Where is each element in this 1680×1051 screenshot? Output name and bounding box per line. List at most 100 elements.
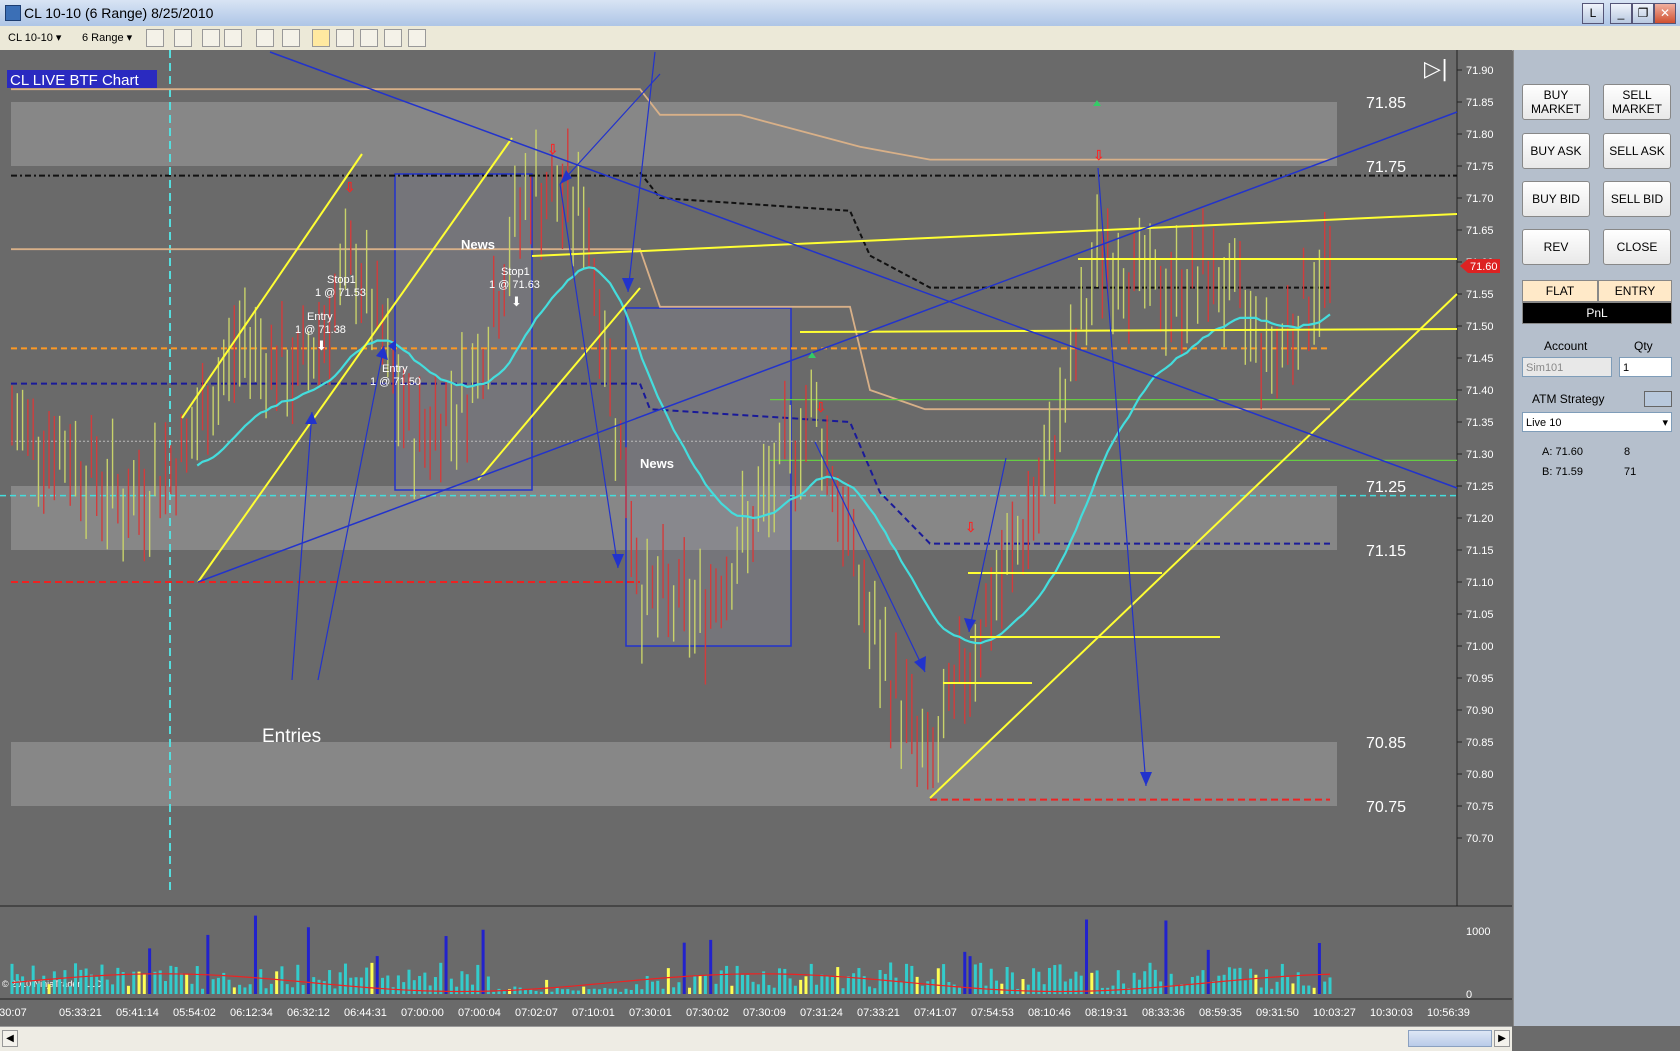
time-axis-label: 10:03:27 [1313,1007,1356,1019]
atm-strategy-value: Live 10 [1526,417,1562,429]
go-to-end-icon[interactable]: ▷| [1424,57,1448,82]
buy-bid-button[interactable]: BUY BID [1522,181,1590,217]
price-axis-label: 70.95 [1466,673,1494,685]
volume-axis-label: 0 [1466,989,1472,1001]
time-axis-labels: 5:30:07 05:33:21 05:41:14 05:54:02 06:12:34 0… [0,1007,1470,1019]
chevron-down-icon: ▾ [1662,417,1668,429]
bid-price: B: 71.59 [1542,466,1583,478]
stop-price-label: 1 @ 71.63 [489,279,540,291]
chart-label: CL LIVE BTF Chart [10,72,139,89]
time-axis-label: 5:30:07 [0,1007,27,1019]
link-button[interactable]: L [1582,3,1604,24]
chart-canvas: ⇩ ⇩ ⇩ ⇩ ⇩ ⬇ ⬇ CL LIVE BTF Chart Entries … [0,50,1512,1019]
instrument-label: CL 10-10 [8,32,53,44]
crosshair-icon[interactable] [256,29,274,47]
buy-market-button[interactable]: BUY MARKET [1522,84,1590,120]
period-label: 6 Range [82,32,124,44]
snapshot-icon[interactable] [384,29,402,47]
price-axis-label: 71.55 [1466,289,1494,301]
sell-bid-button[interactable]: SELL BID [1603,181,1671,217]
scrollbar-thumb[interactable] [1408,1030,1492,1047]
news-box-2 [625,307,792,647]
chart-properties-icon[interactable] [360,29,378,47]
buy-ask-button[interactable]: BUY ASK [1522,133,1590,169]
atm-strategy-select[interactable]: Live 10 ▾ [1522,412,1672,432]
instrument-selector[interactable]: CL 10-10 ▾ [8,29,78,47]
time-axis-label: 08:33:36 [1142,1007,1185,1019]
price-axis-label: 71.10 [1466,577,1494,589]
ask-price: A: 71.60 [1542,446,1583,458]
close-position-button[interactable]: CLOSE [1603,229,1671,265]
arrow-head-2 [622,278,634,292]
price-axis-label: 71.35 [1466,417,1494,429]
zone-labels: 71.85 71.75 71.25 71.15 70.85 70.75 [1366,95,1406,816]
chart-trader-icon[interactable] [408,29,426,47]
time-axis-label: 08:10:46 [1028,1007,1071,1019]
zone-label: 71.15 [1366,543,1406,560]
account-value: Sim101 [1526,362,1564,374]
qty-label: Qty [1634,339,1653,353]
bar-style-icon[interactable] [146,29,164,47]
stop-label: Stop1 [327,274,356,286]
time-axis-label: 07:54:53 [971,1007,1014,1019]
sell-signal-icon: ⇩ [1093,148,1105,164]
strategies-icon[interactable] [336,29,354,47]
minimize-button[interactable]: _ [1610,3,1632,24]
price-axis-label: 70.70 [1466,833,1494,845]
sell-market-button[interactable]: SELL MARKET [1603,84,1671,120]
price-axis-label: 71.65 [1466,225,1494,237]
drawing-tool-icon[interactable] [174,29,192,47]
time-axis-label: 10:30:03 [1370,1007,1413,1019]
price-axis-labels: 71.9071.8571.8071.7571.7071.6571.6071.55… [1457,65,1494,845]
maximize-button[interactable]: ❐ [1632,3,1654,24]
data-box-icon[interactable] [282,29,300,47]
entry-price-label: 1 @ 71.50 [370,376,421,388]
price-axis-label: 71.50 [1466,321,1494,333]
scroll-left-button[interactable]: ◀ [2,1030,18,1047]
price-chart[interactable]: ⇩ ⇩ ⇩ ⇩ ⇩ ⬇ ⬇ CL LIVE BTF Chart Entries … [0,50,1512,1026]
entry-price-label: 1 @ 71.38 [295,324,346,336]
indicators-icon[interactable] [312,29,330,47]
sell-ask-button[interactable]: SELL ASK [1603,133,1671,169]
horizontal-scrollbar[interactable]: ◀ ▶ [0,1026,1512,1051]
chart-trader-panel: BUY MARKET SELL MARKET BUY ASK SELL ASK … [1513,50,1680,1026]
period-selector[interactable]: 6 Range ▾ [82,29,142,47]
time-axis-label: 07:00:00 [401,1007,444,1019]
quantity-input[interactable]: 1 [1619,357,1672,377]
reverse-button[interactable]: REV [1522,229,1590,265]
time-axis-label: 06:44:31 [344,1007,387,1019]
zoom-in-icon[interactable] [202,29,220,47]
time-axis-label: 07:33:21 [857,1007,900,1019]
account-select[interactable]: Sim101 [1522,357,1612,377]
zone-label: 70.85 [1366,735,1406,752]
account-label: Account [1544,339,1588,353]
entry-arrow-icon: ⬇ [316,339,327,354]
price-axis-label: 71.25 [1466,481,1494,493]
time-axis-label: 05:33:21 [59,1007,102,1019]
price-axis-label: 71.00 [1466,641,1494,653]
volume-average-line [11,973,1331,993]
atm-properties-button[interactable] [1644,391,1672,407]
time-axis-label: 05:54:02 [173,1007,216,1019]
time-axis-label: 07:41:07 [914,1007,957,1019]
price-axis-label: 71.30 [1466,449,1494,461]
price-zone-1 [11,102,1337,166]
news-annotation: News [461,237,495,252]
level-line-black [639,171,1330,289]
trend-yellow-5 [531,213,1458,257]
price-axis-label: 71.20 [1466,513,1494,525]
zoom-out-icon[interactable] [224,29,242,47]
price-axis-label: 71.80 [1466,129,1494,141]
time-axis-label: 05:41:14 [116,1007,159,1019]
price-axis-label: 71.90 [1466,65,1494,77]
bid-size: 71 [1624,466,1637,478]
time-axis-label: 07:30:09 [743,1007,786,1019]
price-axis-label: 71.75 [1466,161,1494,173]
arrow-head-6 [964,618,976,632]
price-axis-label: 71.85 [1466,97,1494,109]
volume-pane: 1000 0 [10,915,1490,1001]
time-axis-label: 09:31:50 [1256,1007,1299,1019]
entry-label: Entry [382,363,408,375]
scroll-right-button[interactable]: ▶ [1494,1030,1510,1047]
close-window-button[interactable]: ✕ [1654,3,1676,24]
